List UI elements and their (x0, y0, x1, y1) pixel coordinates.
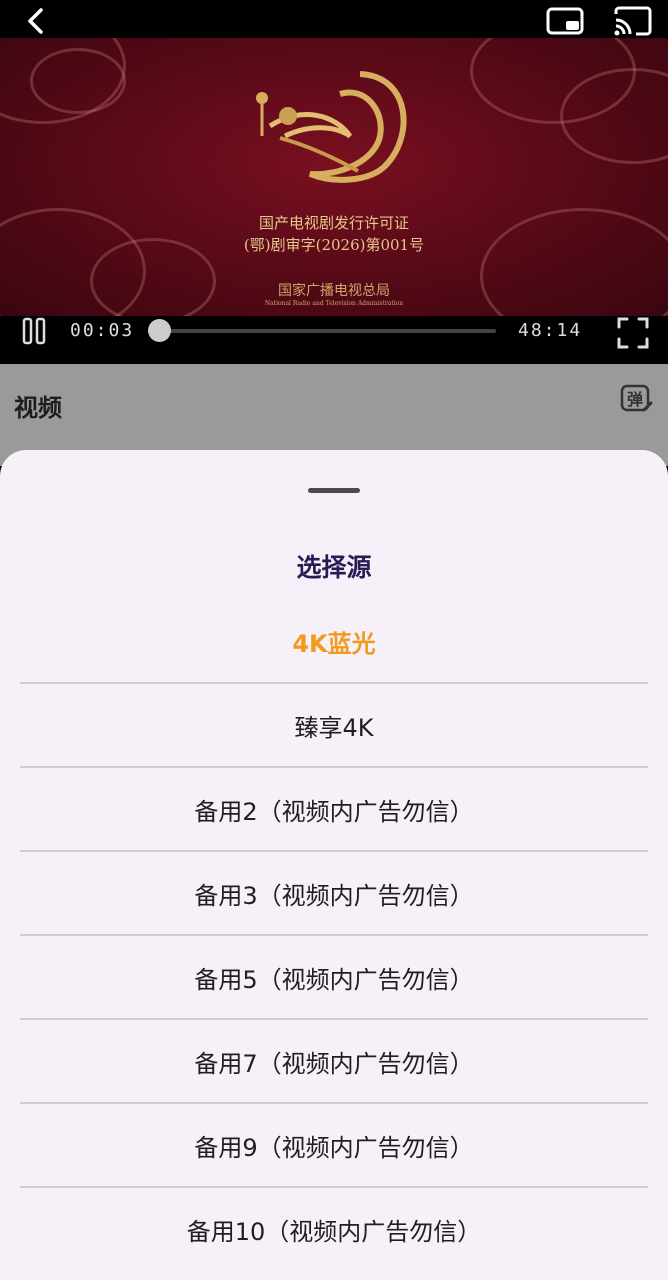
source-option-backup-7[interactable]: 备用7（视频内广告勿信） (20, 1020, 648, 1104)
source-option-backup-5[interactable]: 备用5（视频内广告勿信） (20, 936, 648, 1020)
cast-icon[interactable] (612, 6, 654, 36)
license-number: (鄂)剧审字(2026)第001号 (243, 236, 425, 254)
authority-cn: 国家广播电视总局 (278, 283, 390, 299)
cloud-decoration (30, 48, 126, 114)
pip-icon[interactable] (546, 6, 586, 36)
authority-en: National Radio and Television Administra… (264, 300, 404, 307)
player-top-bar (0, 0, 668, 38)
source-list: 4K蓝光 臻享4K 备用2（视频内广告勿信） 备用3（视频内广告勿信） 备用5（… (20, 600, 648, 1270)
license-title: 国产电视剧发行许可证 (258, 214, 409, 232)
source-option-backup-3[interactable]: 备用3（视频内广告勿信） (20, 852, 648, 936)
seek-thumb[interactable] (148, 319, 171, 342)
source-option-4k-bluray[interactable]: 4K蓝光 (20, 600, 648, 684)
source-option-premium-4k[interactable]: 臻享4K (20, 684, 648, 768)
drag-handle[interactable] (308, 488, 360, 493)
source-selection-sheet: 选择源 4K蓝光 臻享4K 备用2（视频内广告勿信） 备用3（视频内广告勿信） … (0, 450, 668, 1280)
page-header: 视频 弹 (0, 364, 668, 446)
danmu-icon[interactable]: 弹 (620, 384, 654, 416)
sheet-title: 选择源 (296, 553, 372, 582)
source-option-backup-9[interactable]: 备用9（视频内广告勿信） (20, 1104, 648, 1188)
seek-bar[interactable] (160, 329, 496, 333)
source-option-backup-10[interactable]: 备用10（视频内广告勿信） (20, 1188, 648, 1270)
pause-icon[interactable] (20, 316, 50, 346)
video-frame[interactable]: 国产电视剧发行许可证 (鄂)剧审字(2026)第001号 国家广播电视总局 Na… (0, 38, 668, 316)
back-icon[interactable] (20, 6, 50, 36)
svg-text:弹: 弹 (627, 390, 643, 409)
player-controls: 00:03 48:14 (0, 316, 668, 364)
total-time: 48:14 (518, 320, 583, 341)
page-title: 视频 (14, 394, 62, 422)
fullscreen-icon[interactable] (616, 316, 650, 350)
current-time: 00:03 (70, 320, 135, 341)
phoenix-emblem (240, 66, 430, 186)
source-option-backup-2[interactable]: 备用2（视频内广告勿信） (20, 768, 648, 852)
